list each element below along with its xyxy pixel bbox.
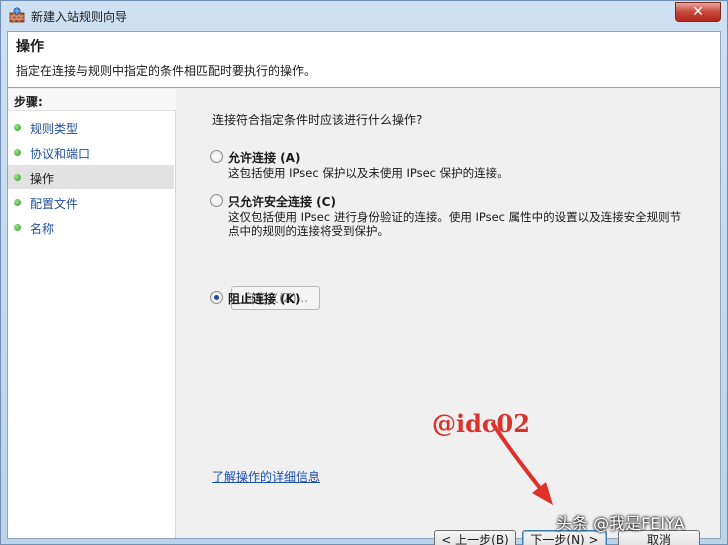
sidebar-item-name[interactable]: 名称 [8, 215, 174, 239]
sidebar-item-profile[interactable]: 配置文件 [8, 190, 174, 214]
window-title: 新建入站规则向导 [31, 10, 128, 24]
radio-block[interactable] [210, 291, 223, 304]
radio-allow[interactable] [210, 150, 223, 163]
page-title: 操作 [16, 39, 44, 55]
page-header: 操作 指定在连接与规则中指定的条件相匹配时要执行的操作。 [8, 32, 720, 88]
main-panel: 连接符合指定条件时应该进行什么操作? 允许连接 (A) 这包括使用 IPsec … [177, 89, 720, 545]
sidebar-item-label: 操作 [30, 172, 55, 186]
option-label[interactable]: 允许连接 (A) [228, 149, 300, 166]
sidebar-item-action[interactable]: 操作 [8, 165, 174, 189]
steps-heading: 步骤: [8, 89, 176, 111]
option-label[interactable]: 只允许安全连接 (C) [228, 193, 336, 210]
option-description: 这包括使用 IPsec 保护以及未使用 IPsec 保护的连接。 [228, 166, 509, 180]
step-bullet-icon [14, 174, 21, 181]
close-button[interactable]: ✕ [675, 2, 721, 22]
step-bullet-icon [14, 199, 21, 206]
sidebar-item-label: 规则类型 [30, 122, 79, 136]
title-bar[interactable]: 新建入站规则向导 ✕ [1, 1, 727, 31]
source-watermark: 头条 @我是FEIYA [556, 514, 685, 533]
step-bullet-icon [14, 149, 21, 156]
steps-sidebar: 步骤: 规则类型 协议和端口 操作 配置文件 名称 [8, 89, 176, 538]
wizard-client-area: 操作 指定在连接与规则中指定的条件相匹配时要执行的操作。 步骤: 规则类型 协议… [7, 31, 721, 545]
step-bullet-icon [14, 224, 21, 231]
annotation-handle: @idc02 [432, 409, 530, 438]
learn-more-link[interactable]: 了解操作的详细信息 [212, 468, 320, 485]
wizard-window: 新建入站规则向导 ✕ 操作 指定在连接与规则中指定的条件相匹配时要执行的操作。 … [0, 0, 728, 545]
close-icon: ✕ [692, 4, 704, 20]
option-label[interactable]: 阻止连接 (K) [228, 290, 300, 307]
sidebar-item-rule-type[interactable]: 规则类型 [8, 115, 174, 139]
sidebar-item-label: 配置文件 [30, 197, 79, 211]
radio-allow-secure[interactable] [210, 194, 223, 207]
page-description: 指定在连接与规则中指定的条件相匹配时要执行的操作。 [16, 64, 317, 78]
sidebar-item-label: 协议和端口 [30, 147, 91, 161]
firewall-app-icon [9, 7, 25, 23]
sidebar-item-protocol-ports[interactable]: 协议和端口 [8, 140, 174, 164]
option-description: 这仅包括使用 IPsec 进行身份验证的连接。使用 IPsec 属性中的设置以及… [228, 210, 682, 238]
sidebar-item-label: 名称 [30, 222, 55, 236]
back-button[interactable]: < 上一步(B) [434, 530, 516, 545]
step-bullet-icon [14, 124, 21, 131]
action-question: 连接符合指定条件时应该进行什么操作? [212, 113, 423, 127]
